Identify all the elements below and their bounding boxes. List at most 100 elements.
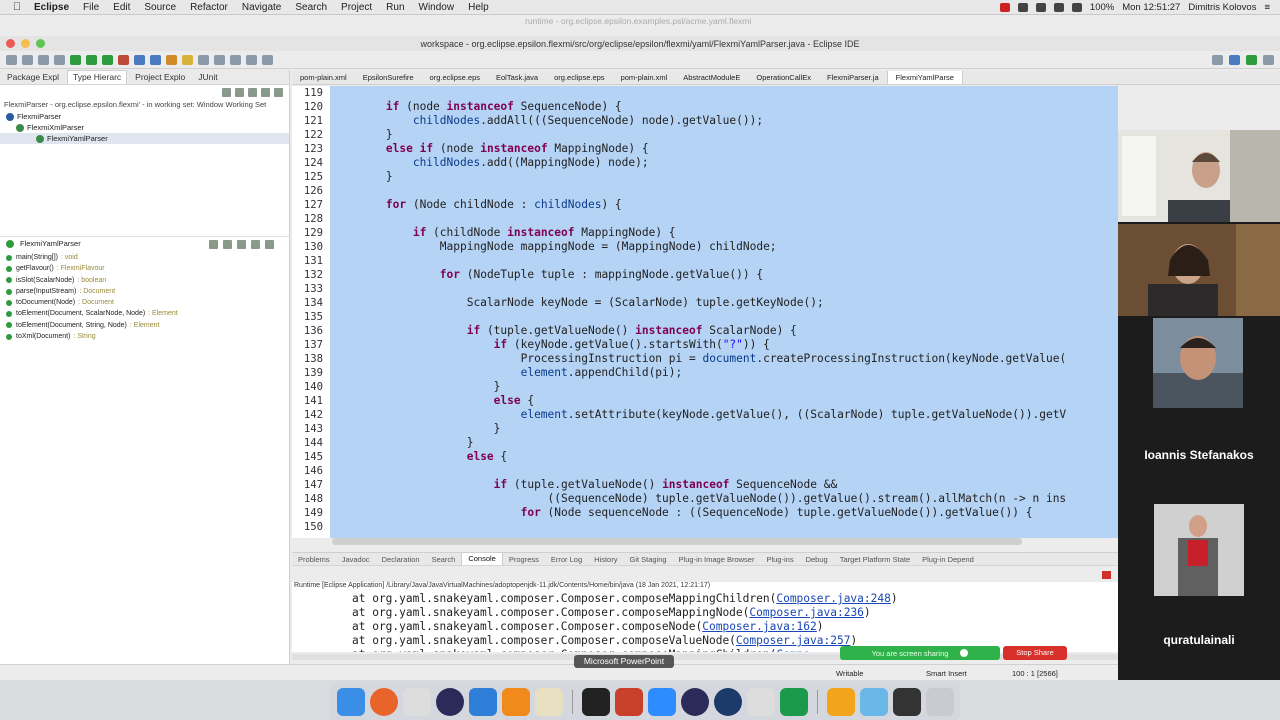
external-tools-icon[interactable] (118, 55, 129, 65)
code-line[interactable]: 125 } (292, 170, 1118, 184)
editor-tab[interactable]: pom-plain.xml (613, 71, 676, 84)
code-line[interactable]: 119 (292, 86, 1118, 100)
tab-problems[interactable]: Problems (292, 555, 336, 564)
forward-icon[interactable] (262, 55, 273, 65)
tab-plugin-image-browser[interactable]: Plug-in Image Browser (673, 555, 761, 564)
tab-history[interactable]: History (588, 555, 623, 564)
eclipse-modeling-icon[interactable] (713, 687, 742, 716)
show-inherited-icon[interactable] (223, 240, 232, 249)
stacktrace-link[interactable]: Composer.java:257 (736, 634, 851, 647)
print-icon[interactable] (38, 55, 49, 65)
perspective-java-icon[interactable] (1229, 55, 1240, 65)
recording-icon[interactable] (999, 3, 1010, 12)
app-menu-eclipse[interactable]: Eclipse (34, 2, 69, 13)
code-line[interactable]: 141 else { (292, 394, 1118, 408)
editor-tab[interactable]: OperationCallEx (748, 71, 819, 84)
terminate-icon[interactable] (1102, 571, 1111, 579)
stop-share-button[interactable]: Stop Share (1003, 646, 1067, 660)
tab-search[interactable]: Search (426, 555, 462, 564)
editor-tab[interactable]: AbstractModuleE (675, 71, 748, 84)
code-line[interactable]: 139 element.appendChild(pi); (292, 366, 1118, 380)
sort-icon[interactable] (237, 240, 246, 249)
firefox-icon[interactable] (369, 687, 398, 716)
editor-tab[interactable]: pom-plain.xml (292, 71, 355, 84)
menu-search[interactable]: Search (295, 2, 327, 13)
member-item[interactable]: parse(InputStream): Document (0, 286, 290, 297)
sublime-text-icon[interactable] (501, 687, 530, 716)
code-line[interactable]: 140 } (292, 380, 1118, 394)
code-line[interactable]: 129 if (childNode instanceof MappingNode… (292, 226, 1118, 240)
finder-icon[interactable] (336, 687, 365, 716)
eclipse-runtime-icon[interactable] (680, 687, 709, 716)
perspective-plugin-icon[interactable] (1263, 55, 1274, 65)
tab-console[interactable]: Console (461, 553, 503, 565)
code-line[interactable]: 134 ScalarNode keyNode = (ScalarNode) tu… (292, 296, 1118, 310)
save-icon[interactable] (22, 55, 33, 65)
tab-plugin-dependencies[interactable]: Plug-in Depend (916, 555, 980, 564)
editor-tab[interactable]: EolTask.java (488, 71, 546, 84)
editor-tab[interactable]: org.eclipse.eps (546, 71, 612, 84)
code-line[interactable]: 123 else if (node instanceof MappingNode… (292, 142, 1118, 156)
view-menu-icon[interactable] (274, 87, 283, 97)
code-line[interactable]: 133 (292, 282, 1118, 296)
zoom-icon[interactable] (647, 687, 676, 716)
member-item[interactable]: getFlavour(): FlexmiFlavour (0, 263, 290, 274)
code-line[interactable]: 135 (292, 310, 1118, 324)
back-icon[interactable] (246, 55, 257, 65)
code-line[interactable]: 143 } (292, 422, 1118, 436)
powerpoint-icon[interactable] (614, 687, 643, 716)
tab-type-hierarchy[interactable]: Type Hierarc (66, 70, 128, 84)
lock-view-icon[interactable] (209, 240, 218, 249)
stacktrace-link[interactable]: Composer.java:236 (749, 606, 864, 619)
dropbox-icon[interactable] (1017, 3, 1028, 12)
toggle-mark-occurrences-icon[interactable] (198, 55, 209, 65)
code-line[interactable]: 128 (292, 212, 1118, 226)
preview-icon[interactable] (746, 687, 775, 716)
skip-breakpoints-icon[interactable] (54, 55, 65, 65)
member-item[interactable]: toElement(Document, String, Node): Eleme… (0, 320, 290, 331)
code-line[interactable]: 142 element.setAttribute(keyNode.getValu… (292, 408, 1118, 422)
tab-progress[interactable]: Progress (503, 555, 545, 564)
menu-window[interactable]: Window (419, 2, 455, 13)
code-line[interactable]: 132 for (NodeTuple tuple : mappingNode.g… (292, 268, 1118, 282)
tab-junit[interactable]: JUnit (193, 72, 222, 82)
hide-fields-icon[interactable] (251, 240, 260, 249)
wifi-icon[interactable] (1053, 3, 1064, 12)
code-line[interactable]: 145 else { (292, 450, 1118, 464)
tab-declaration[interactable]: Declaration (376, 555, 426, 564)
screen-sharing-banner[interactable]: You are screen sharing (840, 646, 1000, 660)
terminal-window-icon[interactable] (892, 687, 921, 716)
editor-tab-active[interactable]: FlexmiYamlParse (886, 71, 963, 84)
menu-edit[interactable]: Edit (113, 2, 130, 13)
editor-tab[interactable]: FlexmiParser.ja (819, 71, 887, 84)
code-line[interactable]: 150 (292, 520, 1118, 534)
battery-level[interactable]: 100% (1090, 2, 1114, 13)
member-item[interactable]: toXml(Document): String (0, 331, 290, 342)
member-item[interactable]: main(String[]): void (0, 252, 290, 263)
code-line[interactable]: 120 if (node instanceof SequenceNode) { (292, 100, 1118, 114)
eclipse-icon[interactable] (435, 687, 464, 716)
pencil-icon[interactable] (826, 687, 855, 716)
menu-refactor[interactable]: Refactor (190, 2, 228, 13)
console-output[interactable]: at org.yaml.snakeyaml.composer.Composer.… (292, 592, 1118, 652)
tree-item-selected[interactable]: FlexmiYamlParser (0, 133, 289, 144)
tree-item[interactable]: FlexmiParser (0, 111, 289, 122)
debug-icon[interactable] (70, 55, 81, 65)
previous-annotation-icon[interactable] (230, 55, 241, 65)
coverage-icon[interactable] (102, 55, 113, 65)
hide-static-icon[interactable] (265, 240, 274, 249)
code-line[interactable]: 137 if (keyNode.getValue().startsWith("?… (292, 338, 1118, 352)
history-icon[interactable] (261, 87, 270, 97)
stacktrace-link[interactable]: Compo (776, 648, 810, 652)
menu-navigate[interactable]: Navigate (242, 2, 281, 13)
tab-javadoc[interactable]: Javadoc (336, 555, 376, 564)
tab-target-platform-state[interactable]: Target Platform State (834, 555, 916, 564)
tab-debug[interactable]: Debug (800, 555, 834, 564)
code-line[interactable]: 131 (292, 254, 1118, 268)
stacktrace-link[interactable]: Composer.java:162 (702, 620, 817, 633)
clock[interactable]: Mon 12:51:27 (1122, 2, 1180, 13)
new-icon[interactable] (6, 55, 17, 65)
script-editor-icon[interactable] (534, 687, 563, 716)
code-line[interactable]: 127 for (Node childNode : childNodes) { (292, 198, 1118, 212)
code-line[interactable]: 149 for (Node sequenceNode : ((SequenceN… (292, 506, 1118, 520)
